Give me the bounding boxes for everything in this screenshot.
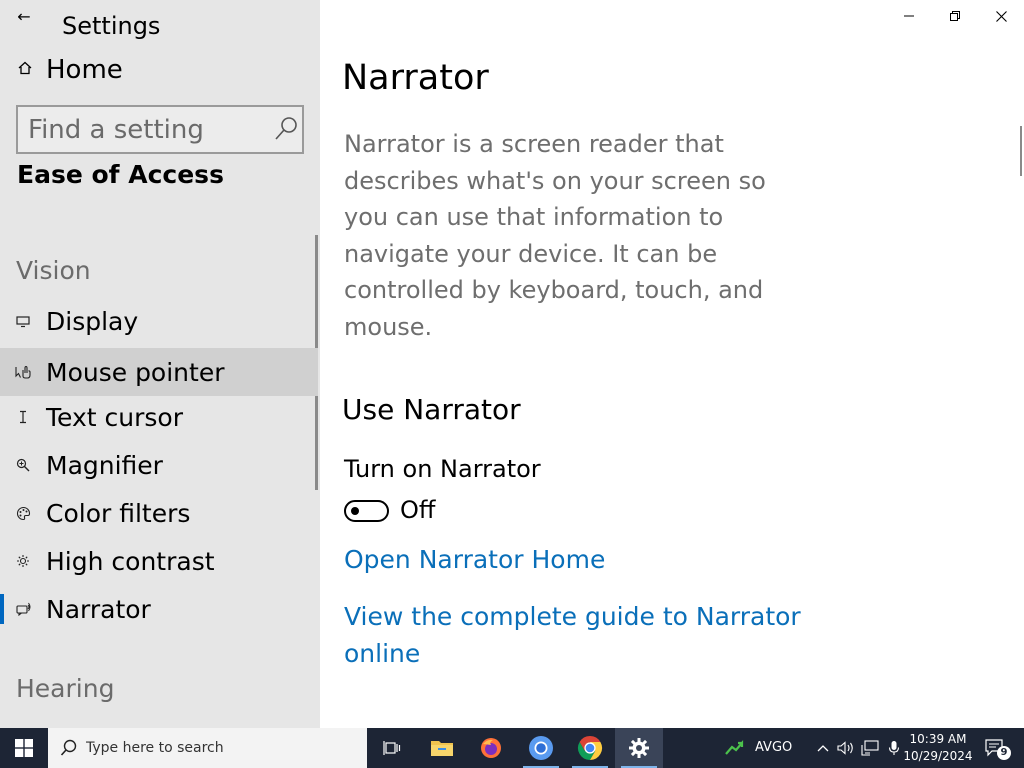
toggle-knob: [351, 507, 359, 515]
open-narrator-home-link[interactable]: Open Narrator Home: [344, 541, 605, 578]
sidebar-item-high-contrast[interactable]: High contrast: [0, 537, 318, 585]
minimize-icon: [904, 15, 914, 17]
clock-time: 10:39 AM: [909, 732, 967, 746]
search-icon[interactable]: [272, 115, 300, 143]
turn-on-narrator-label: Turn on Narrator: [344, 455, 541, 483]
home-icon: [16, 61, 34, 79]
close-button[interactable]: [978, 0, 1024, 32]
text-cursor-icon: [14, 410, 32, 424]
app-title: Settings: [62, 12, 161, 40]
sidebar-item-mouse-pointer[interactable]: Mouse pointer: [0, 348, 318, 396]
firefox-icon: [481, 738, 501, 758]
sidebar-item-magnifier[interactable]: Magnifier: [0, 441, 318, 489]
restore-button[interactable]: [932, 0, 978, 32]
minimize-button[interactable]: [886, 0, 932, 32]
sidebar-item-home[interactable]: Home: [0, 50, 320, 90]
sidebar-item-label: Text cursor: [46, 402, 183, 432]
close-icon: [995, 10, 1007, 22]
sidebar-item-text-cursor[interactable]: Text cursor: [0, 393, 318, 441]
sidebar-item-label: Color filters: [46, 498, 191, 528]
firefox-button[interactable]: [467, 728, 515, 768]
high-contrast-icon: [14, 554, 32, 568]
chrome-icon: [577, 736, 603, 760]
start-button[interactable]: [0, 728, 48, 768]
sidebar-item-label: Magnifier: [46, 450, 163, 480]
sidebar-item-label: Home: [46, 55, 123, 85]
chromium-icon: [529, 736, 553, 760]
group-heading-vision: Vision: [16, 256, 91, 285]
chrome-button[interactable]: [566, 728, 614, 768]
page-title: Narrator: [342, 58, 489, 98]
network-icon[interactable]: [860, 738, 880, 758]
sidebar-item-display[interactable]: Display: [0, 297, 318, 345]
search-input[interactable]: [18, 114, 268, 145]
volume-icon[interactable]: [836, 738, 856, 758]
section-title: Ease of Access: [17, 160, 224, 189]
group-heading-hearing: Hearing: [16, 674, 115, 703]
microphone-icon[interactable]: [884, 738, 904, 758]
narrator-toggle[interactable]: [344, 500, 389, 522]
page-description: Narrator is a screen reader that describ…: [344, 130, 766, 341]
toggle-state-label: Off: [400, 496, 436, 524]
task-view-icon: [383, 741, 401, 755]
narrator-guide-link[interactable]: View the complete guide to Narrator onli…: [344, 598, 814, 672]
file-explorer-button[interactable]: [418, 728, 466, 768]
main-scrollbar[interactable]: [1020, 126, 1022, 176]
chevron-up-icon[interactable]: [813, 738, 833, 758]
selected-indicator: [0, 594, 4, 624]
task-view-button[interactable]: [368, 728, 416, 768]
taskbar-search: [48, 728, 367, 768]
sidebar-item-color-filters[interactable]: Color filters: [0, 489, 318, 537]
stock-widget-icon[interactable]: [724, 738, 748, 758]
settings-gear-icon: [629, 738, 649, 758]
notification-center-button[interactable]: 9: [982, 738, 1011, 760]
chromium-button[interactable]: [517, 728, 565, 768]
stock-ticker[interactable]: AVGO: [755, 740, 792, 755]
clock[interactable]: 10:39 AM 10/29/2024: [903, 731, 973, 765]
restore-icon: [950, 11, 960, 21]
windows-logo-icon: [15, 739, 33, 757]
magnifier-icon: [14, 458, 32, 472]
section-heading-use-narrator: Use Narrator: [342, 393, 521, 426]
main-content: Narrator Narrator is a screen reader tha…: [320, 0, 1024, 728]
sidebar: ← Settings Home Ease of Access Vision Di…: [0, 0, 320, 728]
file-explorer-icon: [431, 741, 453, 756]
sidebar-item-label: Display: [46, 306, 139, 336]
sidebar-item-label: High contrast: [46, 546, 215, 576]
clock-date: 10/29/2024: [903, 749, 973, 763]
narrator-icon: [14, 602, 32, 616]
search-box: [16, 105, 304, 154]
sidebar-item-label: Mouse pointer: [46, 357, 225, 387]
sidebar-item-label: Narrator: [46, 594, 151, 624]
display-icon: [14, 314, 32, 328]
back-button[interactable]: ←: [10, 2, 38, 30]
mouse-pointer-icon: [14, 365, 32, 379]
taskbar: AVGO 10:39 AM 10/29/2024 9: [0, 728, 1024, 768]
back-arrow-icon: ←: [17, 6, 31, 26]
search-icon: [60, 739, 77, 756]
sidebar-item-narrator[interactable]: Narrator: [0, 585, 318, 633]
settings-button[interactable]: [615, 728, 663, 768]
notification-badge: 9: [997, 746, 1011, 760]
taskbar-search-input[interactable]: [86, 740, 356, 756]
color-filters-icon: [14, 506, 32, 521]
